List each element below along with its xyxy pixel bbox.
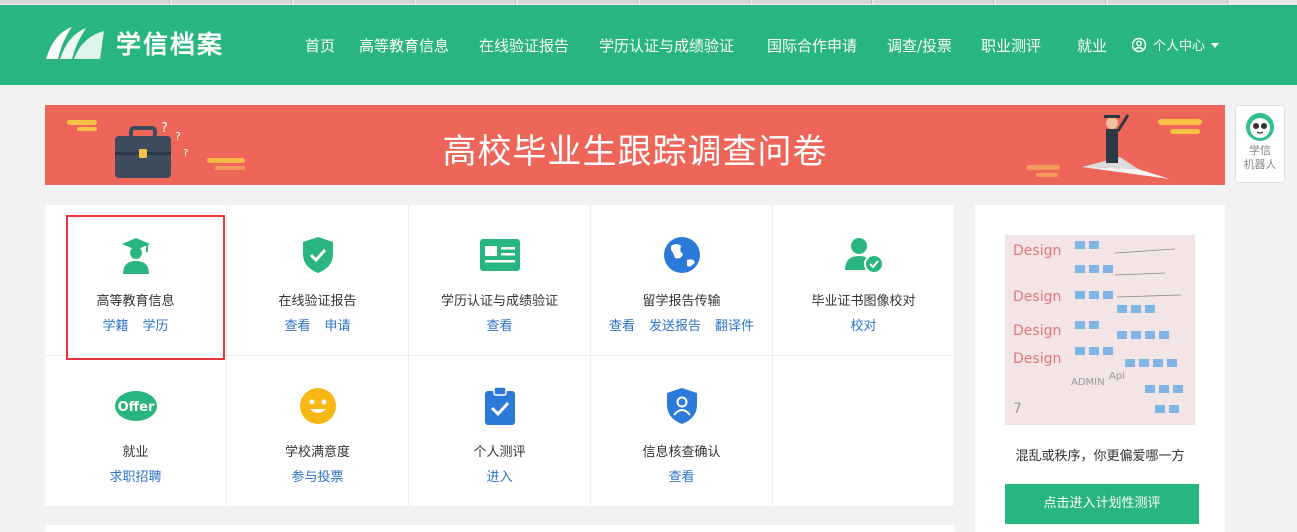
nav-home[interactable]: 首页 — [305, 35, 335, 56]
content-card-below — [45, 525, 955, 532]
link-view[interactable]: 查看 — [284, 319, 310, 334]
logo-book-icon — [46, 27, 104, 59]
services-grid: 高等教育信息 学籍 学历 在线验证报告 查看 申请 学历认证与成绩验证 查看 留… — [45, 205, 955, 507]
svg-text:Design: Design — [1013, 289, 1061, 305]
logo-text: 学信档案 — [116, 30, 225, 59]
offer-icon: Offer — [114, 391, 157, 421]
planning-board-image: Design Design Design Design 7 ADMIN Api — [1005, 235, 1195, 425]
user-check-icon — [844, 238, 884, 274]
link-student-status[interactable]: 学籍 — [102, 319, 128, 334]
service-title: 留学报告传输 — [642, 294, 721, 309]
service-title: 毕业证书图像校对 — [811, 294, 916, 309]
user-center-menu[interactable]: 个人中心 — [1131, 35, 1220, 54]
svg-text:Design: Design — [1013, 243, 1061, 259]
robot-assistant[interactable]: 学信 机器人 — [1235, 105, 1285, 183]
link-degree[interactable]: 学历 — [143, 319, 169, 334]
link-enter[interactable]: 进入 — [486, 470, 512, 485]
site-header: 学信档案 首页 高等教育信息 在线验证报告 学历认证与成绩验证 国际合作申请 调… — [0, 5, 1297, 85]
link-send-report[interactable]: 发送报告 — [649, 319, 701, 334]
chevron-down-icon — [1211, 43, 1220, 48]
nav-online-verification[interactable]: 在线验证报告 — [479, 35, 569, 56]
service-title: 就业 — [122, 445, 149, 460]
service-employment[interactable]: Offer 就业 求职招聘 — [45, 356, 227, 507]
svg-text:7: 7 — [1013, 401, 1022, 417]
nav-degree-certification[interactable]: 学历认证与成绩验证 — [599, 35, 734, 56]
smiley-icon — [299, 388, 336, 424]
robot-avatar-icon — [1246, 113, 1274, 141]
svg-text:Design: Design — [1013, 323, 1061, 339]
service-title: 学校满意度 — [284, 445, 350, 460]
clipboard-check-icon — [484, 386, 515, 425]
site-logo[interactable]: 学信档案 — [44, 25, 224, 61]
promo-caption: 混乱或秩序，你更偏爱哪一方 — [1015, 449, 1185, 464]
link-apply[interactable]: 申请 — [325, 319, 351, 334]
service-study-abroad-report[interactable]: 留学报告传输 查看 发送报告 翻译件 — [591, 205, 773, 356]
service-title: 信息核查确认 — [642, 445, 721, 460]
nav-international-cooperation[interactable]: 国际合作申请 — [767, 35, 857, 56]
shield-check-icon — [302, 237, 333, 273]
service-title: 学历认证与成绩验证 — [440, 294, 558, 309]
link-job-recruitment[interactable]: 求职招聘 — [109, 470, 161, 485]
link-vote[interactable]: 参与投票 — [291, 470, 343, 485]
user-circle-icon — [1131, 37, 1147, 52]
service-empty-cell — [773, 356, 955, 507]
nav-survey-vote[interactable]: 调查/投票 — [887, 35, 952, 56]
robot-label-2: 机器人 — [1243, 158, 1277, 171]
graduate-on-plane-illustration-icon — [1026, 114, 1202, 179]
link-proofread[interactable]: 校对 — [850, 319, 876, 334]
graduate-icon — [121, 238, 150, 274]
nav-employment[interactable]: 就业 — [1077, 35, 1107, 56]
user-center-label: 个人中心 — [1153, 39, 1206, 54]
service-title: 个人测评 — [473, 445, 526, 460]
link-view[interactable]: 查看 — [668, 470, 694, 485]
service-degree-certification[interactable]: 学历认证与成绩验证 查看 — [409, 205, 591, 356]
service-school-satisfaction[interactable]: 学校满意度 参与投票 — [227, 356, 409, 507]
service-higher-education[interactable]: 高等教育信息 学籍 学历 — [45, 205, 227, 356]
svg-text:ADMIN: ADMIN — [1071, 377, 1105, 388]
survey-banner[interactable]: ? ? ? 高校毕业生跟踪调查问卷 — [45, 105, 1225, 185]
robot-label-1: 学信 — [1249, 144, 1271, 157]
design-board-illustration-icon: Design Design Design Design 7 ADMIN Api — [1005, 235, 1195, 425]
link-translation[interactable]: 翻译件 — [715, 319, 754, 334]
nav-career-test[interactable]: 职业测评 — [981, 35, 1041, 56]
certificate-card-icon — [479, 239, 520, 271]
svg-text:Design: Design — [1013, 351, 1061, 367]
globe-icon — [663, 237, 700, 273]
link-view[interactable]: 查看 — [609, 319, 635, 334]
nav-higher-education[interactable]: 高等教育信息 — [359, 35, 449, 56]
shield-user-icon — [666, 388, 697, 424]
service-title: 在线验证报告 — [278, 294, 357, 309]
side-promo-card: Design Design Design Design 7 ADMIN Api … — [975, 205, 1225, 532]
start-planning-test-button[interactable]: 点击进入计划性测评 — [1005, 484, 1199, 524]
offer-badge-text: Offer — [117, 400, 154, 415]
service-title: 高等教育信息 — [96, 294, 175, 309]
service-diploma-image-check[interactable]: 毕业证书图像校对 校对 — [773, 205, 955, 356]
svg-text:Api: Api — [1109, 371, 1125, 382]
service-personal-assessment[interactable]: 个人测评 进入 — [409, 356, 591, 507]
link-view[interactable]: 查看 — [486, 319, 512, 334]
service-info-verification[interactable]: 信息核查确认 查看 — [591, 356, 773, 507]
service-online-verification[interactable]: 在线验证报告 查看 申请 — [227, 205, 409, 356]
